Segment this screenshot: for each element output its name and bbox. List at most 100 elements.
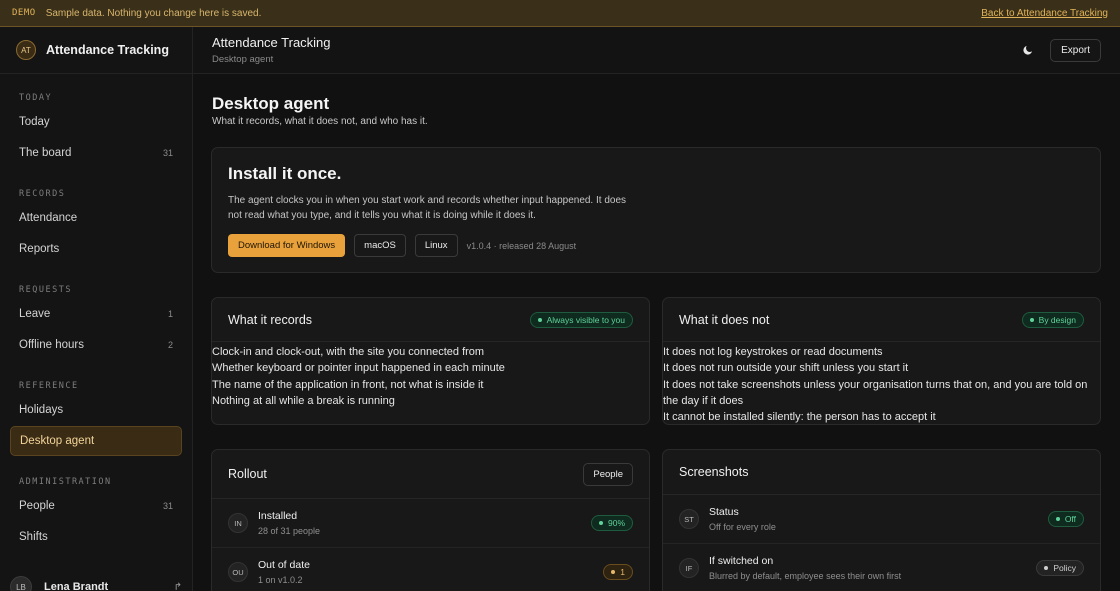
card-title: Screenshots (679, 465, 749, 479)
list-item: It does not run outside your shift unles… (663, 362, 909, 375)
nav-heading: RECORDS (19, 189, 66, 199)
export-button[interactable]: Export (1050, 38, 1101, 62)
dot-icon (537, 317, 542, 322)
status-badge: Always visible to you (529, 311, 633, 328)
row-subtitle: Blurred by default, employee sees their … (709, 571, 902, 581)
sidebar-item-count: 1 (167, 309, 173, 319)
screenshots-card: Screenshots ST Status Off for every role… (662, 449, 1101, 591)
card-header: What it does not By design (663, 298, 1100, 342)
sign-out-icon[interactable]: ↱ (174, 582, 182, 591)
sidebar-item-count: 31 (162, 148, 173, 158)
sidebar-item-holidays[interactable]: Holidays (10, 395, 182, 425)
theme-toggle-moon-icon[interactable] (1012, 38, 1042, 62)
row-text: If switched on Blurred by default, emplo… (709, 555, 901, 581)
status-badge: Policy (1036, 560, 1084, 576)
status-badge: 1 (603, 564, 633, 580)
brand[interactable]: AT Attendance Tracking (0, 27, 192, 74)
avatar: ST (679, 509, 699, 529)
nav-section-administration: ADMINISTRATION People 31 Shifts (0, 471, 192, 552)
nav-section-reference: REFERENCE Holidays Desktop agent (0, 375, 192, 456)
topbar: Attendance Tracking Desktop agent Export (193, 27, 1120, 74)
card-header: Rollout People (212, 450, 649, 499)
row-title: Status (709, 506, 739, 518)
avatar: LB (10, 576, 32, 591)
user-name: Lena Brandt (44, 581, 109, 591)
download-actions: Download for Windows macOS Linux v1.0.4 … (228, 234, 1084, 257)
people-button[interactable]: People (583, 462, 633, 486)
badge-label: 90% (607, 518, 625, 528)
badge-label: Off (1064, 514, 1076, 524)
sidebar-item-people[interactable]: People 31 (10, 491, 182, 521)
card-header: What it records Always visible to you (212, 298, 649, 342)
nav-heading: REFERENCE (19, 381, 79, 391)
dot-icon (1055, 517, 1060, 521)
download-windows-button[interactable]: Download for Windows (228, 234, 346, 257)
sidebar-item-leave[interactable]: Leave 1 (10, 299, 182, 329)
install-title: Install it once. (228, 164, 342, 183)
status-badge: 90% (590, 515, 633, 531)
row-subtitle: 1 on v1.0.2 (258, 575, 303, 585)
app-title: Attendance Tracking (212, 35, 331, 50)
sidebar-item-label: The board (19, 147, 72, 159)
list-item: It cannot be installed silently: the per… (663, 411, 936, 424)
sidebar-item-label: Desktop agent (20, 435, 95, 447)
nav-heading: ADMINISTRATION (19, 477, 112, 487)
badge-label: Always visible to you (546, 314, 625, 325)
records-list: Clock-in and clock-out, with the site yo… (212, 342, 649, 409)
sidebar-item-the-board[interactable]: The board 31 (10, 138, 182, 168)
brand-name: Attendance Tracking (46, 43, 169, 57)
row-title: Out of date (258, 559, 310, 571)
top-actions: Export (1012, 38, 1101, 62)
brand-avatar: AT (16, 40, 36, 60)
card-header: Screenshots (663, 450, 1100, 495)
install-text: The agent clocks you in when you start w… (228, 195, 627, 221)
rollout-card: Rollout People IN Installed 28 of 31 peo… (211, 449, 650, 591)
demo-message: Sample data. Nothing you change here is … (45, 7, 262, 19)
list-item: IN Installed 28 of 31 people 90% (212, 499, 649, 548)
records-card: What it records Always visible to you Cl… (211, 297, 650, 425)
nav-section-requests: REQUESTS Leave 1 Offline hours 2 (0, 279, 192, 360)
sidebar-item-label: Attendance (19, 212, 78, 224)
download-linux-button[interactable]: Linux (414, 234, 458, 257)
sidebar-item-today[interactable]: Today (10, 107, 182, 137)
user-menu[interactable]: LB Lena Brandt ↱ (0, 573, 192, 591)
badge-label: By design (1038, 314, 1076, 325)
list-item: Nothing at all while a break is running (212, 394, 395, 407)
sidebar-item-shifts[interactable]: Shifts (10, 522, 182, 552)
does-not-card: What it does not By design It does not l… (662, 297, 1101, 425)
list-item: The name of the application in front, no… (212, 378, 484, 391)
row-text: Out of date 1 on v1.0.2 (258, 559, 310, 585)
sidebar-item-label: Leave (19, 308, 51, 320)
nav-section-today: TODAY Today The board 31 (0, 87, 192, 168)
badge-label: Policy (1053, 563, 1076, 573)
release-info: v1.0.4 · released 28 August (466, 240, 577, 251)
breadcrumb: Attendance Tracking Desktop agent (212, 35, 331, 65)
current-page-crumb: Desktop agent (212, 54, 274, 65)
sidebar-item-reports[interactable]: Reports (10, 234, 182, 264)
nav-heading: REQUESTS (19, 285, 72, 295)
row-text: Installed 28 of 31 people (258, 510, 320, 536)
row-text: Status Off for every role (709, 506, 776, 532)
dot-icon (1029, 317, 1034, 322)
sidebar-item-label: Offline hours (19, 339, 84, 351)
dot-icon (611, 570, 616, 574)
sidebar-item-offline-hours[interactable]: Offline hours 2 (10, 330, 182, 360)
badge-label: 1 (620, 567, 625, 577)
nav-section-records: RECORDS Attendance Reports (0, 183, 192, 264)
dot-icon (1044, 566, 1049, 570)
sidebar-item-label: Today (19, 116, 50, 128)
back-link[interactable]: Back to Attendance Tracking (981, 8, 1108, 19)
status-badge: Off (1047, 511, 1084, 527)
page-title: Desktop agent (212, 94, 330, 113)
row-subtitle: Off for every role (709, 522, 776, 532)
sidebar-item-desktop-agent[interactable]: Desktop agent (10, 426, 182, 456)
list-item: IF If switched on Blurred by default, em… (663, 544, 1100, 591)
dot-icon (598, 521, 603, 525)
row-title: Installed (258, 510, 298, 522)
avatar: IN (228, 513, 248, 533)
sidebar-item-attendance[interactable]: Attendance (10, 203, 182, 233)
download-macos-button[interactable]: macOS (354, 234, 406, 257)
list-item: Whether keyboard or pointer input happen… (212, 362, 505, 375)
sidebar-item-label: People (19, 500, 55, 512)
card-title: Rollout (228, 467, 267, 481)
